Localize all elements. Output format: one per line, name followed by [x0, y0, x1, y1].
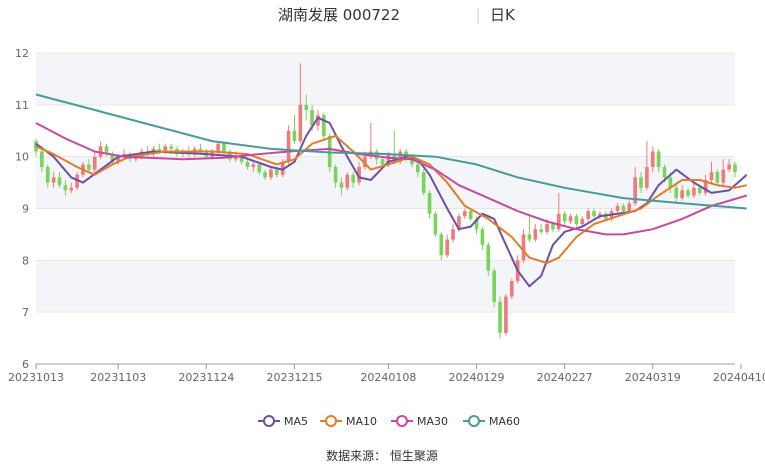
grid-band — [36, 260, 735, 313]
candle — [527, 213, 532, 243]
legend-item-ma5[interactable]: MA5 — [258, 415, 308, 428]
y-tick-label: 12 — [15, 47, 29, 60]
legend-item-ma60[interactable]: MA60 — [463, 415, 520, 428]
candle — [533, 224, 538, 243]
candle — [462, 208, 467, 219]
period-label[interactable]: 日K — [490, 6, 516, 24]
legend-item-ma10[interactable]: MA10 — [320, 415, 377, 428]
kline-chart: 湖南发展 000722 日K 6 7 8 9 10 11 12 20231013 202311… — [8, 6, 765, 463]
candle — [433, 211, 438, 238]
y-tick-label: 9 — [22, 203, 29, 216]
candle — [498, 296, 502, 339]
legend-label: MA5 — [284, 415, 308, 428]
legend-label: MA30 — [417, 415, 448, 428]
candle — [98, 141, 103, 160]
legend-label: MA60 — [489, 415, 520, 428]
x-tick-label: 20231013 — [8, 371, 64, 384]
chart-title: 湖南发展 000722 — [278, 6, 400, 24]
candle — [439, 231, 444, 261]
candle — [521, 229, 526, 263]
x-tick-label: 20231124 — [178, 371, 234, 384]
x-tick-label: 20240319 — [625, 371, 681, 384]
candle — [509, 278, 514, 300]
candle — [286, 125, 291, 165]
x-tick-label: 20240410 — [713, 371, 765, 384]
legend-item-ma30[interactable]: MA30 — [391, 415, 448, 428]
y-axis: 6 7 8 9 10 11 12 — [15, 47, 29, 371]
x-tick-label: 20231215 — [266, 371, 322, 384]
grid-band — [36, 53, 735, 105]
candle — [198, 143, 203, 155]
candle — [568, 213, 573, 225]
x-axis: 20231013 20231103 20231124 20231215 20240108… — [8, 363, 765, 384]
y-tick-label: 10 — [15, 151, 29, 164]
x-tick-label: 20240129 — [449, 371, 505, 384]
candle — [322, 112, 326, 142]
candle — [592, 208, 596, 219]
x-tick-label: 20240108 — [360, 371, 416, 384]
candle — [421, 169, 426, 196]
x-tick-label: 20240227 — [537, 371, 593, 384]
candle — [586, 208, 590, 222]
candle — [451, 224, 455, 243]
candle — [504, 294, 508, 336]
candle — [539, 224, 543, 235]
candle — [492, 268, 496, 307]
candle — [480, 226, 485, 250]
candle — [345, 172, 350, 191]
candle — [92, 151, 97, 173]
x-tick-label: 20231103 — [90, 371, 146, 384]
legend: MA5 MA10 MA30 MA60 — [258, 415, 520, 428]
candle — [427, 190, 432, 219]
grid-bands — [36, 53, 735, 313]
y-tick-label: 6 — [22, 358, 29, 371]
candle — [445, 234, 449, 258]
candle — [292, 115, 297, 144]
y-tick-label: 7 — [22, 306, 29, 319]
data-source: 数据来源： 恒生聚源 — [326, 448, 438, 463]
y-tick-label: 11 — [15, 99, 29, 112]
candle — [562, 211, 567, 227]
candle — [574, 213, 579, 227]
y-tick-label: 8 — [22, 254, 29, 267]
legend-label: MA10 — [346, 415, 377, 428]
